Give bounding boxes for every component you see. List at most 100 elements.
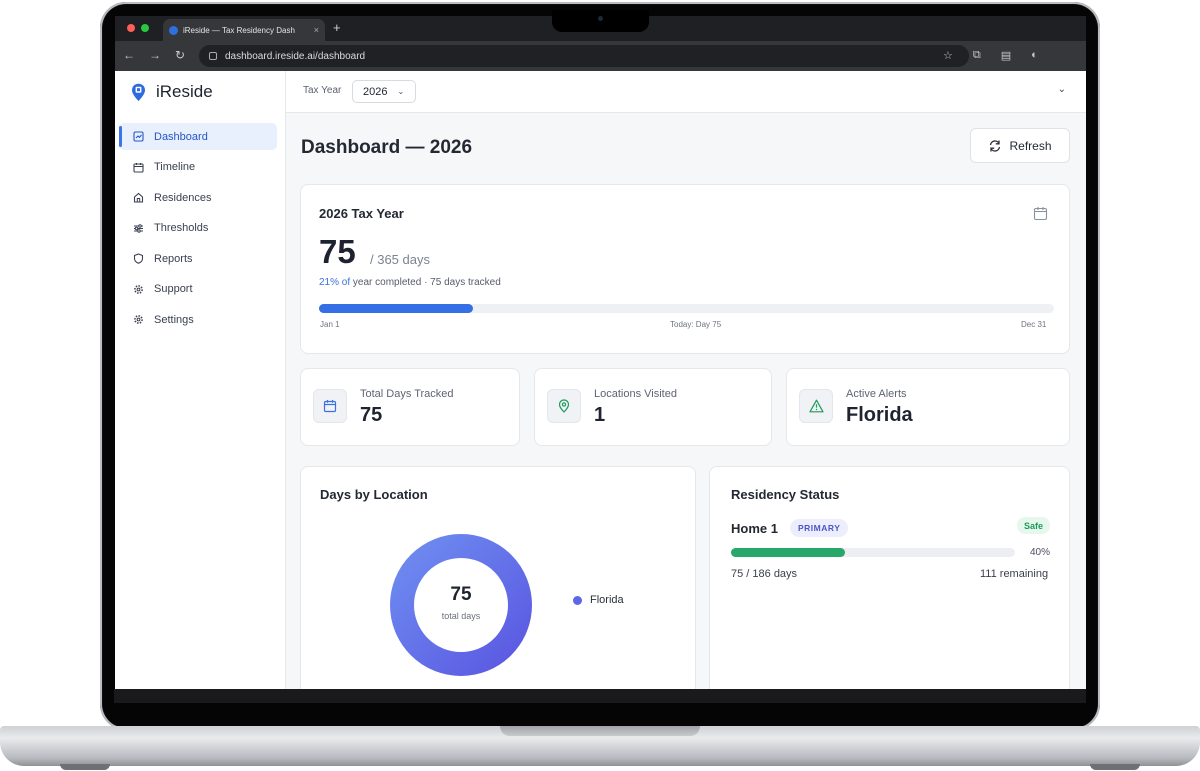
- sidebar-item-label: Thresholds: [154, 222, 209, 234]
- home-icon: [133, 192, 144, 203]
- residency-progress-bar: [731, 548, 1015, 557]
- reload-icon[interactable]: ↻: [175, 48, 185, 62]
- tab-title: iReside — Tax Residency Dash: [183, 25, 295, 35]
- laptop-chin: [114, 689, 1086, 703]
- residency-remaining: 111 remaining: [980, 568, 1049, 580]
- laptop-foot-right: [1090, 764, 1140, 770]
- sidebar-panel-icon[interactable]: ▤: [1001, 49, 1011, 62]
- window-controls: [127, 24, 149, 32]
- calendar-icon: [323, 400, 337, 413]
- sidebar-item-residences[interactable]: Residences: [119, 184, 277, 211]
- stat-value: 1: [594, 404, 606, 426]
- legend-swatch: [573, 595, 582, 605]
- nav-buttons: ← → ↻: [123, 48, 185, 62]
- top-bar: Tax Year 2026 ⌄ ⌄: [286, 71, 1086, 113]
- shield-icon: [133, 253, 144, 264]
- gear-icon: [134, 284, 143, 294]
- days-count: 75: [319, 233, 356, 270]
- residency-status-title: Residency Status: [731, 487, 840, 502]
- screen: iReside — Tax Residency Dash × + ← → ↻ d…: [115, 16, 1086, 689]
- sidebar-item-dashboard[interactable]: Dashboard: [119, 123, 277, 150]
- tax-year-value: 2026: [363, 85, 388, 98]
- bookmark-star-icon[interactable]: ☆: [943, 49, 953, 62]
- sidebar-nav: Dashboard Timeline Residences Thresholds…: [119, 123, 277, 337]
- stat-value: 75: [360, 404, 383, 426]
- donut-chart: 75 total days: [389, 533, 533, 677]
- forward-icon[interactable]: →: [149, 48, 161, 62]
- app-root: iReside Dashboard Timeline Residences Th…: [115, 71, 1086, 689]
- extensions-icon[interactable]: ⧉: [973, 49, 981, 62]
- year-progress-percent: 21% of: [319, 277, 351, 288]
- favicon-icon: [169, 25, 178, 35]
- stat-card-alerts: Active Alerts Florida: [786, 368, 1070, 446]
- sidebar-item-settings[interactable]: Settings: [119, 306, 277, 333]
- year-progress-text: year completed · 75 days tracked: [350, 277, 501, 288]
- stat-icon-box: [547, 389, 581, 423]
- sidebar-item-timeline[interactable]: Timeline: [119, 154, 277, 181]
- site-settings-icon[interactable]: [209, 52, 217, 60]
- primary-badge: PRIMARY: [790, 519, 849, 537]
- url-text: dashboard.ireside.ai/dashboard: [225, 50, 366, 62]
- close-window-button[interactable]: [127, 24, 135, 32]
- back-icon[interactable]: ←: [123, 48, 135, 62]
- sidebar-item-label: Timeline: [154, 161, 196, 173]
- residency-days: 75 / 186 days: [731, 568, 798, 580]
- days-total: / 365 days: [370, 252, 430, 267]
- calendar-icon: [133, 162, 144, 173]
- tax-year-card-title: 2026 Tax Year: [319, 206, 404, 221]
- sidebar-item-label: Support: [154, 283, 193, 295]
- stat-label: Total Days Tracked: [360, 388, 454, 400]
- warning-icon: [808, 399, 824, 413]
- refresh-button[interactable]: Refresh: [970, 128, 1070, 163]
- logo[interactable]: iReside: [131, 82, 213, 102]
- maximize-window-button[interactable]: [141, 24, 149, 32]
- year-progress-note: 21% of year completed · 75 days tracked: [319, 277, 501, 288]
- main-content: Dashboard — 2026 Refresh 2026 Tax Year 7…: [286, 113, 1086, 689]
- profile-icon[interactable]: ◐: [1031, 49, 1038, 62]
- stat-card-locations: Locations Visited 1: [534, 368, 772, 446]
- progress-today-label: Today: Day 75: [670, 320, 722, 329]
- sidebar-item-label: Reports: [154, 252, 193, 265]
- tax-year-card: 2026 Tax Year 75 / 365 days 21% of year …: [300, 184, 1070, 354]
- sidebar-item-support[interactable]: Support: [119, 276, 277, 303]
- camera-icon: [598, 16, 603, 21]
- location-pin-icon: [558, 399, 570, 413]
- dashboard-icon: [133, 131, 144, 142]
- browser-toolbar: ← → ↻ dashboard.ireside.ai/dashboard ☆ ⧉…: [115, 41, 1086, 71]
- laptop-base-groove: [500, 726, 700, 736]
- sidebar-item-reports[interactable]: Reports: [119, 245, 277, 272]
- sidebar-item-thresholds[interactable]: Thresholds: [119, 215, 277, 242]
- stat-label: Active Alerts: [846, 388, 907, 400]
- app-name: iReside: [156, 82, 213, 101]
- browser-actions: ☆ ⧉ ▤ ◐: [943, 49, 1038, 62]
- address-bar[interactable]: dashboard.ireside.ai/dashboard: [199, 45, 969, 67]
- laptop-foot-left: [60, 764, 110, 770]
- logo-pin-icon: [132, 83, 145, 101]
- days-by-location-title: Days by Location: [320, 487, 428, 502]
- year-progress-bar: [319, 304, 1054, 313]
- progress-end-label: Dec 31: [1021, 320, 1047, 329]
- user-menu-chevron-icon[interactable]: ⌄: [1058, 84, 1066, 95]
- residency-status-card: Residency Status Home 1 PRIMARY Safe 40%…: [709, 466, 1070, 689]
- stat-icon-box: [799, 389, 833, 423]
- tax-year-select[interactable]: 2026 ⌄: [352, 80, 416, 103]
- residency-progress-fill: [731, 548, 845, 557]
- page-title: Dashboard — 2026: [301, 137, 473, 158]
- new-tab-button[interactable]: +: [333, 20, 341, 35]
- close-tab-icon[interactable]: ×: [314, 25, 319, 35]
- legend-label: Florida: [590, 594, 624, 606]
- camera-notch: [552, 10, 649, 32]
- stat-value: Florida: [846, 404, 913, 426]
- status-badge: Safe: [1017, 517, 1051, 534]
- year-progress-fill: [319, 304, 474, 313]
- calendar-icon[interactable]: [1033, 206, 1048, 221]
- chevron-down-icon: ⌄: [397, 87, 405, 96]
- donut-center-value: 75: [450, 584, 472, 605]
- days-by-location-card: Days by Location 75 total days Florida: [300, 466, 696, 689]
- donut-legend-item: Florida: [573, 594, 624, 606]
- refresh-icon: [990, 139, 1001, 152]
- residency-progress-percent: 40%: [1030, 547, 1051, 558]
- browser-tab[interactable]: iReside — Tax Residency Dash ×: [163, 19, 325, 41]
- gear-icon: [134, 315, 143, 324]
- sliders-icon: [134, 223, 143, 233]
